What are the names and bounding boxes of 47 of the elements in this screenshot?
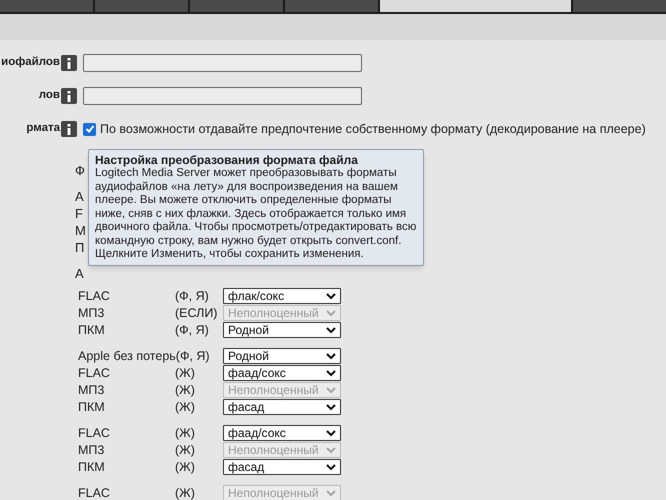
checkbox[interactable] <box>83 122 96 136</box>
format-codes: (Ф, Я) <box>175 322 209 339</box>
format-name: FLAC <box>78 484 110 500</box>
tooltip-text: Logitech Media Server может преобразовывать форматы аудиофайлов «на лету» для воспроизведения на вашем плеере. Вы можете отключить определенные форматы ниже, сняв с них флажки. Здесь отображается только имя двоичного файла. Чтобы просмотреть/отредактировать всю командную строку, вам нужно будет открыть convert.conf. Щелкните Изменить, чтобы сохранить изменения. <box>95 167 417 262</box>
info-icon[interactable] <box>61 121 77 137</box>
format-name: МП3 <box>78 442 104 459</box>
info-icon[interactable] <box>61 88 77 104</box>
text-field[interactable] <box>83 87 362 105</box>
format-codes: (Ж) <box>175 424 195 442</box>
format-codes: (Ж) <box>175 442 195 459</box>
dropdown[interactable]: фаад/сокс <box>223 425 341 441</box>
format-name: FLAC <box>78 288 110 305</box>
row-label: А <box>75 265 84 282</box>
row-label: F <box>75 205 83 222</box>
format-codes: (Ф, Я) <box>175 288 209 305</box>
info-icon[interactable] <box>61 55 77 71</box>
format-codes: (Ж) <box>175 484 195 500</box>
row-label: А <box>75 188 84 205</box>
field-label: лов <box>38 88 60 104</box>
format-name: ПКМ <box>78 398 105 416</box>
row-label: П <box>75 239 84 256</box>
format-codes: (Ж) <box>175 458 195 476</box>
format-name: Apple без потерь(Ф, Я) <box>78 348 210 365</box>
checkbox-label: По возможности отдавайте предпочтение собственному формату (декодирование на плеере) <box>100 120 646 138</box>
dropdown[interactable]: Родной <box>223 322 341 338</box>
tooltip-title: Настройка преобразования формата файла <box>95 153 359 167</box>
field-label: рмата <box>25 121 60 136</box>
format-name: ПКМ <box>78 458 105 476</box>
format-codes: (Ж) <box>175 398 195 416</box>
format-name: МП3 <box>78 304 104 322</box>
format-codes: (Ж) <box>175 382 195 399</box>
format-name: FLAC <box>78 364 110 382</box>
format-name: МП3 <box>78 382 104 399</box>
format-name: ПКМ <box>78 322 105 339</box>
dropdown[interactable]: фасад <box>223 399 341 415</box>
row-label: Ф <box>75 162 85 179</box>
chevron-icon <box>326 490 336 496</box>
format-codes: (Ж) <box>175 364 195 382</box>
row-label: М <box>75 222 86 239</box>
format-name: FLAC <box>78 424 110 442</box>
field-label: иофайлов <box>0 55 60 70</box>
dropdown[interactable]: флак/сокс <box>223 288 341 304</box>
format-codes: (ЕСЛИ) <box>175 304 218 322</box>
text-field[interactable] <box>83 54 362 72</box>
dropdown[interactable]: фаад/сокс <box>223 365 341 381</box>
dropdown[interactable]: фасад <box>223 459 341 475</box>
dropdown[interactable]: Родной <box>223 348 341 364</box>
